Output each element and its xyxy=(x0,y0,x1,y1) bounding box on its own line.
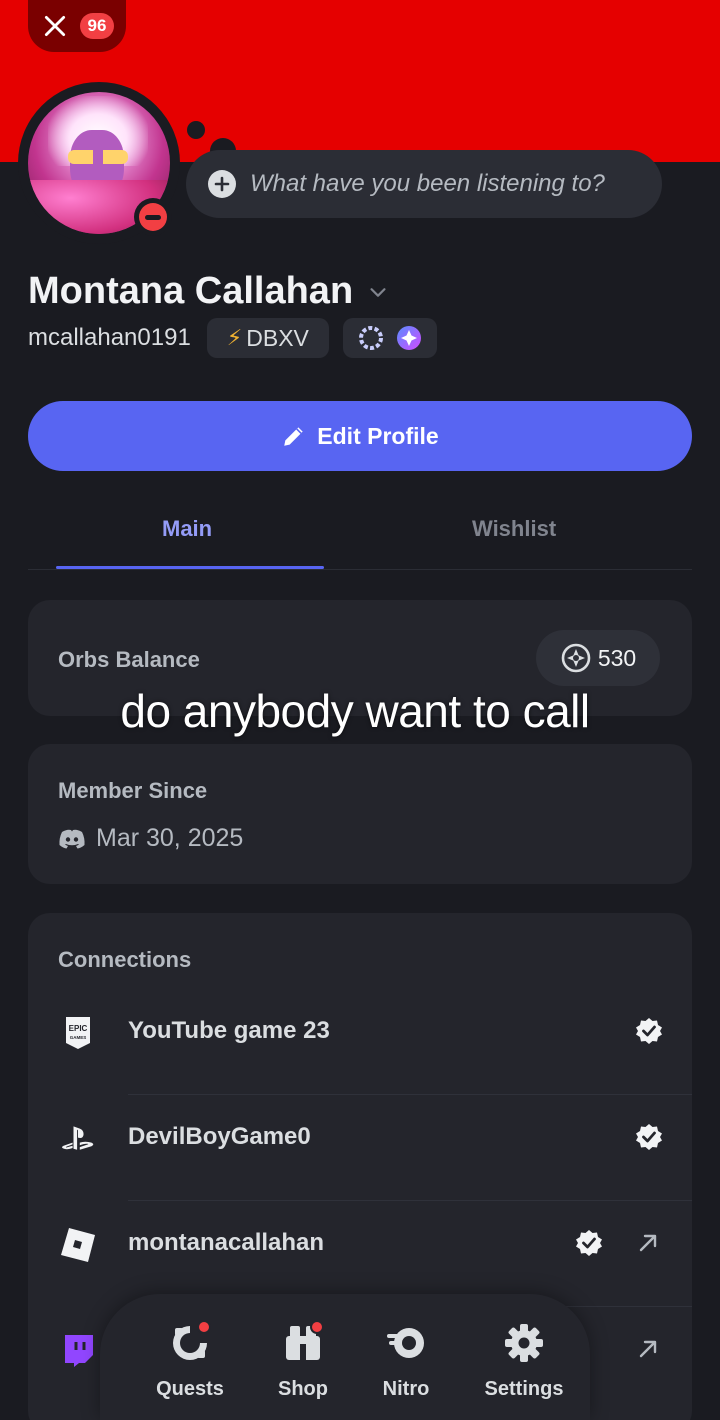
video-caption: do anybody want to call xyxy=(120,685,590,737)
playstation-icon xyxy=(60,1121,96,1157)
username: mcallahan0191 xyxy=(28,324,191,351)
notification-dot xyxy=(310,1320,324,1334)
gear-icon xyxy=(505,1324,543,1362)
verified-icon xyxy=(636,1124,662,1150)
external-link-icon[interactable] xyxy=(636,1231,660,1255)
verified-icon xyxy=(636,1018,662,1044)
nav-label: Quests xyxy=(156,1378,224,1400)
dnd-status-indicator xyxy=(134,198,172,236)
edit-profile-label: Edit Profile xyxy=(317,422,439,449)
orb-icon xyxy=(561,643,591,673)
nav-label: Nitro xyxy=(382,1378,430,1400)
close-icon[interactable] xyxy=(42,13,68,39)
orbs-balance-value: 530 xyxy=(597,644,637,671)
chevron-down-icon[interactable] xyxy=(367,281,389,303)
pencil-icon xyxy=(284,427,303,446)
status-prompt-text: What have you been listening to? xyxy=(250,170,605,197)
edit-profile-button[interactable]: Edit Profile xyxy=(28,401,692,471)
svg-text:EPIC: EPIC xyxy=(69,1024,88,1033)
connection-name: montanacallahan xyxy=(128,1229,325,1256)
orb-badge-icon[interactable] xyxy=(395,324,423,352)
connection-row[interactable]: EPIC GAMES YouTube game 23 xyxy=(28,989,692,1095)
connection-row[interactable]: montanacallahan xyxy=(28,1201,692,1307)
connections-label: Connections xyxy=(58,947,192,972)
plus-icon xyxy=(208,170,236,198)
external-link-icon[interactable] xyxy=(636,1337,660,1361)
nav-nitro[interactable]: Nitro xyxy=(356,1322,456,1401)
tab-main[interactable]: Main xyxy=(162,516,212,542)
svg-text:GAMES: GAMES xyxy=(70,1035,87,1040)
roblox-icon xyxy=(60,1227,96,1263)
tab-wishlist[interactable]: Wishlist xyxy=(472,516,556,542)
custom-status-bubble[interactable]: What have you been listening to? xyxy=(186,150,662,218)
nav-label: Settings xyxy=(484,1378,564,1400)
bottom-navigation: Quests Shop Nitro Settings xyxy=(100,1294,590,1420)
nav-shop[interactable]: Shop xyxy=(253,1320,353,1401)
discord-icon xyxy=(59,829,85,848)
verified-icon xyxy=(576,1230,602,1256)
twitch-icon xyxy=(60,1333,96,1369)
member-since-row: Mar 30, 2025 xyxy=(58,824,243,853)
profile-tabs: Main Wishlist xyxy=(28,500,692,570)
close-button[interactable]: 96 xyxy=(28,0,126,52)
lightning-icon: ⚡ xyxy=(226,325,243,350)
display-name-row[interactable]: Montana Callahan xyxy=(28,270,389,313)
member-since-label: Member Since xyxy=(58,778,208,803)
nav-settings[interactable]: Settings xyxy=(474,1322,574,1401)
member-since-card: Member Since Mar 30, 2025 xyxy=(28,744,692,884)
nitro-badge-icon[interactable] xyxy=(357,324,385,352)
connection-name: YouTube game 23 xyxy=(128,1017,330,1044)
connection-row[interactable]: DevilBoyGame0 xyxy=(28,1095,692,1201)
nitro-icon xyxy=(387,1328,424,1358)
notification-badge: 96 xyxy=(80,13,114,39)
username-row: mcallahan0191 ⚡ DBXV xyxy=(28,318,437,358)
orbs-balance-label: Orbs Balance xyxy=(58,647,200,672)
nav-label: Shop xyxy=(278,1378,328,1400)
guild-tag-label: DBXV xyxy=(246,324,309,351)
guild-tag[interactable]: ⚡ DBXV xyxy=(206,318,329,358)
notification-dot xyxy=(197,1320,211,1334)
nav-quests[interactable]: Quests xyxy=(140,1320,240,1401)
connection-name: DevilBoyGame0 xyxy=(128,1123,311,1150)
epic-games-icon: EPIC GAMES xyxy=(60,1015,96,1051)
active-tab-indicator xyxy=(56,566,324,569)
display-name: Montana Callahan xyxy=(28,270,354,312)
orbs-balance-pill[interactable]: 530 xyxy=(536,630,660,686)
profile-badges[interactable] xyxy=(342,318,437,358)
member-since-date: Mar 30, 2025 xyxy=(96,824,244,852)
